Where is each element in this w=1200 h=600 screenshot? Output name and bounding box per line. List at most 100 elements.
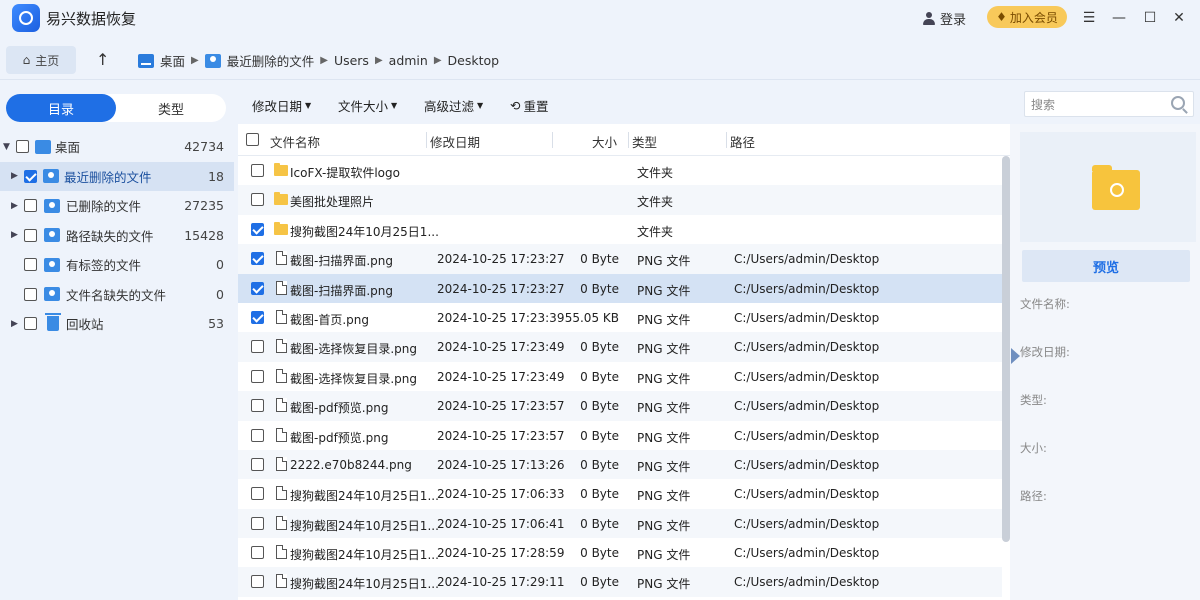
tree-checkbox[interactable]	[24, 228, 37, 242]
row-date: 2024-10-25 17:23:27	[437, 252, 565, 267]
tree-item-recycle-bin[interactable]: ▶ 回收站 53	[0, 309, 234, 339]
hamburger-icon[interactable]: ☰	[1077, 6, 1101, 30]
filter-advanced[interactable]: 高级过滤 ▼	[424, 96, 483, 115]
header-path[interactable]: 路径	[730, 132, 755, 151]
row-checkbox[interactable]	[251, 575, 264, 589]
tree-checkbox[interactable]	[16, 140, 29, 154]
triangle-right-icon[interactable]: ▶	[11, 201, 18, 211]
row-date: 2024-10-25 17:13:26	[437, 457, 565, 472]
row-path: C:/Users/admin/Desktop	[734, 546, 880, 561]
triangle-right-icon[interactable]: ▶	[11, 230, 18, 240]
up-arrow-icon[interactable]: ↑	[96, 50, 109, 69]
table-row[interactable]: 截图-选择恢复目录.png 2024-10-25 17:23:49 0 Byte…	[238, 362, 1002, 391]
column-divider[interactable]	[426, 132, 427, 148]
table-row[interactable]: 截图-pdf预览.png 2024-10-25 17:23:57 0 Byte …	[238, 421, 1002, 450]
row-checkbox[interactable]	[251, 281, 264, 295]
row-checkbox[interactable]	[251, 310, 264, 324]
row-type: PNG 文件	[637, 548, 691, 563]
tree-item-recent-deleted[interactable]: ▶ 最近删除的文件 18	[0, 161, 234, 191]
row-checkbox[interactable]	[251, 252, 264, 266]
home-button[interactable]: ⌂ 主页	[6, 46, 76, 74]
row-checkbox[interactable]	[251, 340, 264, 354]
preview-button[interactable]: 预览	[1022, 250, 1190, 282]
header-size[interactable]: 大小	[592, 132, 617, 151]
table-row[interactable]: 截图-扫描界面.png 2024-10-25 17:23:27 0 Byte P…	[238, 244, 1002, 274]
row-checkbox[interactable]	[251, 457, 264, 471]
table-row[interactable]: 美图批处理照片 文件夹	[238, 185, 1002, 215]
crumb-desktop-folder[interactable]: Desktop	[448, 53, 500, 68]
search-box	[1024, 91, 1194, 117]
tab-type[interactable]: 类型	[116, 94, 226, 122]
column-divider[interactable]	[726, 132, 727, 148]
header-name[interactable]: 文件名称	[270, 132, 320, 151]
join-vip-button[interactable]: ♦ 加入会员	[987, 6, 1067, 28]
minimize-button[interactable]: —	[1107, 6, 1131, 30]
vertical-scrollbar[interactable]	[1002, 156, 1010, 542]
row-type: PNG 文件	[637, 489, 691, 504]
row-checkbox[interactable]	[251, 193, 264, 207]
login-label: 登录	[940, 13, 967, 28]
directory-tree: ▼ 桌面 42734 ▶ 最近删除的文件 18 ▶ 已删除的文件 27235 ▶…	[0, 132, 234, 339]
select-all-checkbox[interactable]	[246, 133, 259, 146]
triangle-down-icon[interactable]: ▼	[3, 142, 10, 152]
filter-modified-date[interactable]: 修改日期 ▼	[252, 96, 311, 115]
table-row[interactable]: 搜狗截图24年10月25日1... 2024-10-25 17:06:41 0 …	[238, 508, 1002, 539]
row-checkbox[interactable]	[251, 546, 264, 560]
row-checkbox[interactable]	[251, 516, 264, 530]
row-checkbox[interactable]	[251, 222, 264, 236]
table-row[interactable]: 截图-首页.png 2024-10-25 17:23:39 55.05 KB P…	[238, 303, 1002, 332]
triangle-right-icon[interactable]: ▶	[11, 171, 18, 181]
table-row[interactable]: 搜狗截图24年10月25日1... 2024-10-25 17:29:11 0 …	[238, 567, 1002, 597]
tree-checkbox[interactable]	[24, 258, 37, 272]
tree-item-label: 已删除的文件	[66, 199, 142, 215]
table-row[interactable]: 截图-扫描界面.png 2024-10-25 17:23:27 0 Byte P…	[238, 273, 1002, 303]
row-checkbox[interactable]	[251, 399, 264, 413]
row-checkbox[interactable]	[251, 487, 264, 501]
caret-down-icon: ▼	[391, 101, 398, 110]
search-input[interactable]	[1031, 96, 1161, 114]
tree-item-tagged[interactable]: 有标签的文件 0	[0, 250, 234, 280]
tree-item-count: 18	[208, 168, 224, 184]
tree-item-path-missing[interactable]: ▶ 路径缺失的文件 15428	[0, 221, 234, 251]
file-icon	[276, 515, 287, 530]
tree-checkbox[interactable]	[24, 287, 37, 301]
crumb-desktop[interactable]: 桌面	[160, 51, 185, 70]
file-icon	[276, 280, 287, 295]
tree-item-count: 15428	[184, 227, 224, 243]
column-divider[interactable]	[552, 132, 553, 148]
triangle-right-icon[interactable]: ▶	[11, 319, 18, 329]
crumb-admin[interactable]: admin	[389, 53, 428, 68]
header-date[interactable]: 修改日期	[430, 132, 480, 151]
row-checkbox[interactable]	[251, 428, 264, 442]
caret-down-icon: ▼	[305, 101, 312, 110]
search-icon[interactable]	[1171, 96, 1185, 110]
crumb-users[interactable]: Users	[334, 53, 369, 68]
crumb-recent-deleted[interactable]: 最近删除的文件	[227, 51, 315, 70]
table-row[interactable]: 截图-pdf预览.png 2024-10-25 17:23:57 0 Byte …	[238, 391, 1002, 421]
table-row[interactable]: IcoFX-提取软件logo 文件夹	[238, 156, 1002, 185]
maximize-button[interactable]: ☐	[1138, 6, 1162, 30]
collapse-panel-icon[interactable]	[1011, 348, 1020, 364]
close-button[interactable]: ✕	[1167, 6, 1191, 30]
tree-checkbox[interactable]	[24, 169, 37, 183]
table-row[interactable]: 2222.e70b8244.png 2024-10-25 17:13:26 0 …	[238, 449, 1002, 480]
tree-item-deleted[interactable]: ▶ 已删除的文件 27235	[0, 191, 234, 221]
tab-directory[interactable]: 目录	[6, 94, 116, 122]
login-button[interactable]: 登录	[922, 9, 966, 28]
app-title: 易兴数据恢复	[46, 10, 137, 28]
row-checkbox[interactable]	[251, 164, 264, 177]
table-row[interactable]: 搜狗截图24年10月25日1... 2024-10-25 17:06:33 0 …	[238, 479, 1002, 508]
tree-checkbox[interactable]	[24, 199, 37, 213]
column-divider[interactable]	[628, 132, 629, 148]
table-row[interactable]: 截图-选择恢复目录.png 2024-10-25 17:23:49 0 Byte…	[238, 332, 1002, 362]
reset-button[interactable]: ⟲ 重置	[510, 96, 549, 115]
row-checkbox[interactable]	[251, 369, 264, 383]
table-row[interactable]: 搜狗截图24年10月25日1... 文件夹	[238, 215, 1002, 244]
header-type[interactable]: 类型	[632, 132, 657, 151]
tree-checkbox[interactable]	[24, 317, 37, 331]
table-row[interactable]: 搜狗截图24年10月25日1... 2024-10-25 17:28:59 0 …	[238, 538, 1002, 567]
tree-item-desktop[interactable]: ▼ 桌面 42734	[0, 132, 234, 162]
row-type: PNG 文件	[637, 518, 691, 533]
tree-item-name-missing[interactable]: 文件名缺失的文件 0	[0, 280, 234, 310]
filter-file-size[interactable]: 文件大小 ▼	[338, 96, 397, 115]
